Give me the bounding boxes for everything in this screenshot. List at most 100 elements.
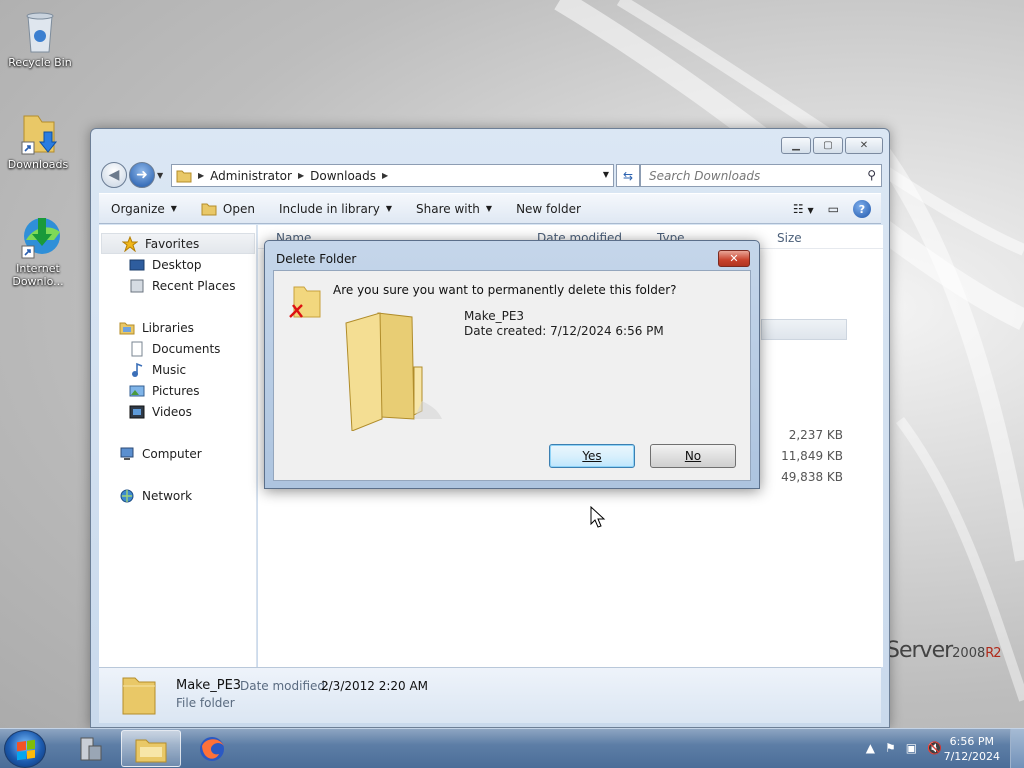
taskbar-explorer[interactable] <box>121 730 181 767</box>
file-size: 2,237 KB <box>788 428 843 442</box>
breadcrumb-separator[interactable]: ▶ <box>382 171 388 180</box>
server-manager-icon <box>80 737 102 760</box>
search-input[interactable]: Search Downloads ⚲ <box>640 164 882 187</box>
delete-folder-icon <box>288 283 324 324</box>
computer-icon <box>119 446 135 462</box>
music-icon <box>129 362 145 378</box>
desktop-icon-recycle-bin[interactable]: Recycle Bin <box>2 8 78 69</box>
file-size: 49,838 KB <box>781 470 843 484</box>
view-controls: ☷ ▼ ▭ ? <box>793 200 871 218</box>
refresh-button[interactable]: ⇆ <box>616 164 640 187</box>
nav-pictures[interactable]: Pictures <box>99 380 256 401</box>
dialog-date-created: Date created: 7/12/2024 6:56 PM <box>464 324 664 338</box>
no-button[interactable]: No <box>650 444 736 468</box>
nav-music[interactable]: Music <box>99 359 256 380</box>
system-tray: ▲ ⚑ ▣ 🔇 <box>866 741 942 755</box>
windows-logo-icon <box>17 739 35 761</box>
breadcrumb-administrator[interactable]: Administrator <box>210 169 292 183</box>
window-controls: ▁ ▢ ✕ <box>781 137 883 154</box>
desktop-icon-downloads[interactable]: Downloads <box>0 110 76 171</box>
help-icon[interactable]: ? <box>853 200 871 218</box>
nav-libraries[interactable]: Libraries <box>99 317 256 338</box>
navigation-pane: Favorites Desktop Recent Places Librarie… <box>99 225 257 667</box>
clock-time: 6:56 PM <box>949 735 994 748</box>
nav-favorites[interactable]: Favorites <box>101 233 255 254</box>
volume-muted-icon[interactable]: 🔇 <box>927 741 942 755</box>
dialog-folder-name: Make_PE3 <box>464 309 525 323</box>
desktop-icon-idm[interactable]: Internet Downlo... <box>0 214 76 288</box>
start-button[interactable] <box>4 730 46 768</box>
include-in-library-button[interactable]: Include in library ▼ <box>267 202 404 216</box>
recycle-bin-icon <box>18 8 62 53</box>
open-folder-icon <box>201 201 217 217</box>
close-button[interactable]: ✕ <box>845 137 883 154</box>
nav-videos[interactable]: Videos <box>99 401 256 422</box>
firefox-icon <box>200 736 224 761</box>
nav-computer[interactable]: Computer <box>99 443 256 464</box>
column-size[interactable]: Size <box>777 231 802 245</box>
desktop-icon-label: Recycle Bin <box>8 56 72 69</box>
desktop-icon <box>129 257 145 273</box>
details-file-name: Make_PE3 <box>176 678 242 693</box>
address-row: ◀ ➜ ▼ ▶ Administrator ▶ Downloads ▶ ▼ ⇆ … <box>99 161 882 189</box>
clock-date: 7/12/2024 <box>943 750 1000 763</box>
details-pane: Make_PE3 Date modified: 2/3/2012 2:20 AM… <box>99 667 881 723</box>
delete-folder-dialog: Delete Folder ✕ Are you sure you want to… <box>264 240 760 489</box>
folder-icon <box>176 168 192 184</box>
clock[interactable]: 6:56 PM 7/12/2024 <box>944 734 1000 764</box>
explorer-icon <box>135 739 167 762</box>
dialog-body: Are you sure you want to permanently del… <box>273 270 751 481</box>
new-folder-button[interactable]: New folder <box>504 202 593 216</box>
star-icon <box>121 235 139 252</box>
pictures-icon <box>129 383 145 399</box>
breadcrumb-downloads[interactable]: Downloads <box>310 169 376 183</box>
show-desktop-button[interactable] <box>1010 729 1024 768</box>
idm-icon <box>16 214 60 259</box>
maximize-button[interactable]: ▢ <box>813 137 843 154</box>
nav-network[interactable]: Network <box>99 485 256 506</box>
action-center-flag-icon[interactable]: ⚑ <box>885 741 896 755</box>
details-file-type: File folder <box>176 696 235 710</box>
selected-row-highlight[interactable] <box>761 319 847 340</box>
back-button[interactable]: ◀ <box>101 162 127 188</box>
recent-pages-dropdown[interactable]: ▼ <box>157 171 163 180</box>
organize-button[interactable]: Organize ▼ <box>99 202 189 216</box>
forward-button[interactable]: ➜ <box>129 162 155 188</box>
network-tray-icon[interactable]: ▣ <box>906 741 917 755</box>
file-size: 11,849 KB <box>781 449 843 463</box>
show-hidden-icons-button[interactable]: ▲ <box>866 741 875 755</box>
change-view-button[interactable]: ☷ ▼ <box>793 202 814 216</box>
dialog-title: Delete Folder <box>276 252 357 266</box>
open-button[interactable]: Open <box>189 201 267 217</box>
breadcrumb-separator[interactable]: ▶ <box>198 171 204 180</box>
nav-desktop[interactable]: Desktop <box>99 254 256 275</box>
search-icon: ⚲ <box>867 168 876 182</box>
desktop-icon-label: Downloads <box>7 158 69 171</box>
yes-button[interactable]: Yes <box>549 444 635 468</box>
nav-documents[interactable]: Documents <box>99 338 256 359</box>
taskbar-firefox[interactable] <box>182 730 242 767</box>
share-with-button[interactable]: Share with ▼ <box>404 202 504 216</box>
taskbar: ▲ ⚑ ▣ 🔇 6:56 PM 7/12/2024 <box>0 728 1024 768</box>
folder-shortcut-icon <box>16 110 60 155</box>
videos-icon <box>129 404 145 420</box>
folder-icon <box>119 672 159 721</box>
libraries-icon <box>119 320 135 336</box>
breadcrumb-separator[interactable]: ▶ <box>298 171 304 180</box>
mouse-cursor-icon <box>590 506 606 528</box>
network-icon <box>119 488 135 504</box>
preview-pane-button[interactable]: ▭ <box>828 202 839 216</box>
recent-places-icon <box>129 278 145 294</box>
windows-server-brand: Server2008R2 <box>886 638 1002 663</box>
taskbar-server-manager[interactable] <box>60 730 120 767</box>
minimize-button[interactable]: ▁ <box>781 137 811 154</box>
address-dropdown[interactable]: ▼ <box>603 170 609 179</box>
dialog-close-button[interactable]: ✕ <box>718 250 750 267</box>
large-folder-icon <box>342 307 452 434</box>
details-modified-label: Date modified: <box>240 679 330 693</box>
address-bar[interactable]: ▶ Administrator ▶ Downloads ▶ ▼ <box>171 164 614 187</box>
dialog-question: Are you sure you want to permanently del… <box>333 283 677 297</box>
desktop-icon-label: Internet Downlo... <box>12 262 64 288</box>
documents-icon <box>129 341 145 357</box>
nav-recent-places[interactable]: Recent Places <box>99 275 256 296</box>
